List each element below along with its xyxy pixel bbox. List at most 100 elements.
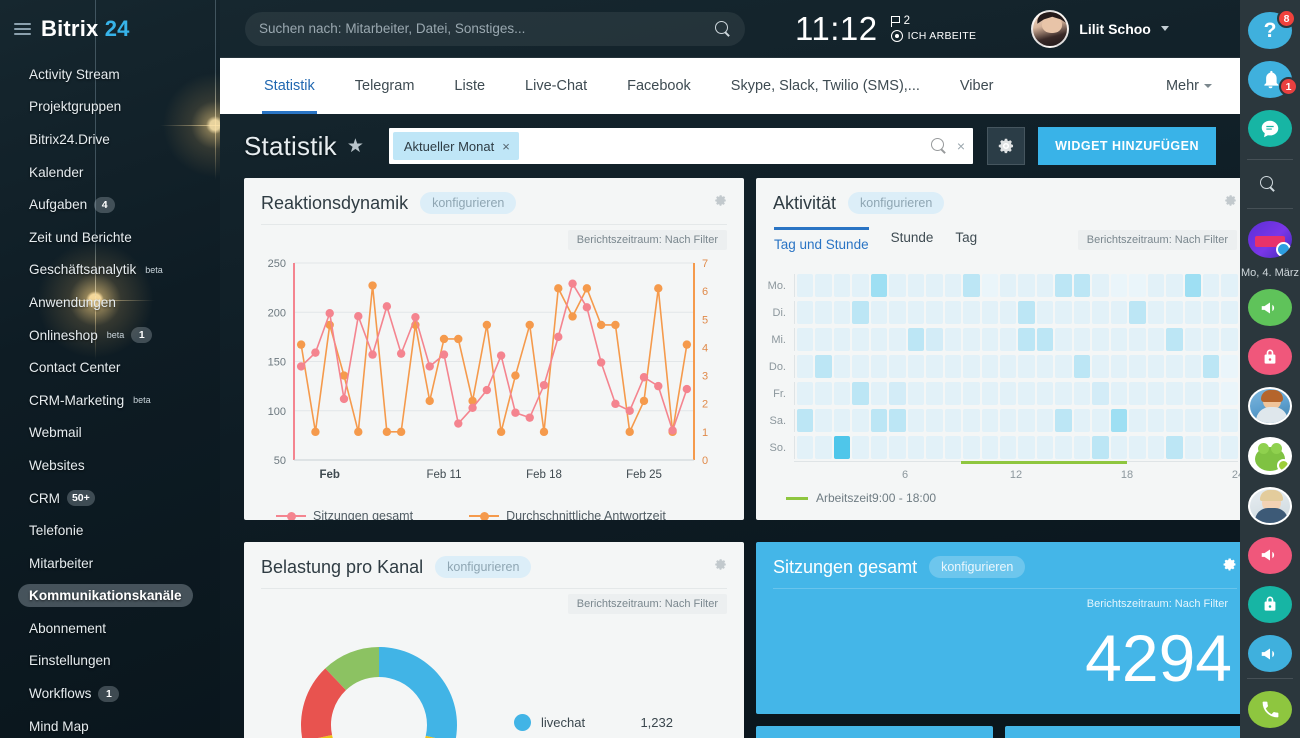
- heatmap-cell[interactable]: [852, 274, 869, 297]
- star-icon[interactable]: ★: [347, 135, 364, 158]
- configure-button[interactable]: konfigurieren: [420, 192, 517, 214]
- heatmap-cell[interactable]: [963, 409, 980, 432]
- heatmap-cell[interactable]: [944, 355, 962, 378]
- heatmap-cell[interactable]: [981, 274, 998, 297]
- heatmap-cell[interactable]: [981, 355, 998, 378]
- heatmap-cell[interactable]: [1073, 328, 1091, 351]
- configure-button[interactable]: konfigurieren: [848, 192, 945, 214]
- heatmap-cell[interactable]: [815, 328, 832, 351]
- heatmap-cell[interactable]: [999, 328, 1017, 351]
- heatmap-cell[interactable]: [815, 436, 832, 459]
- heatmap-cell[interactable]: [1036, 409, 1054, 432]
- heatmap-cell[interactable]: [1092, 274, 1109, 297]
- sidebar-item-telefonie[interactable]: Telefonie: [0, 514, 220, 547]
- activity-tab-tag[interactable]: Tag: [955, 230, 977, 258]
- menu-toggle-icon[interactable]: [14, 23, 31, 35]
- heatmap-cell[interactable]: [944, 409, 962, 432]
- megaphone-icon[interactable]: [1248, 289, 1292, 327]
- tab-skype-slack-twilio-sms[interactable]: Skype, Slack, Twilio (SMS),...: [711, 58, 940, 114]
- heatmap-cell[interactable]: [1092, 328, 1109, 351]
- activity-tab-tag-und-stunde[interactable]: Tag und Stunde: [774, 227, 869, 258]
- heatmap-cell[interactable]: [815, 382, 832, 405]
- heatmap-cell[interactable]: [1129, 328, 1146, 351]
- donut-slice[interactable]: [379, 647, 457, 738]
- bell-icon[interactable]: 1: [1248, 61, 1298, 99]
- settings-button[interactable]: [987, 127, 1026, 165]
- heatmap-cell[interactable]: [1202, 409, 1220, 432]
- sidebar-item-einstellungen[interactable]: Einstellungen: [0, 645, 220, 678]
- heatmap-cell[interactable]: [889, 436, 906, 459]
- heatmap-cell[interactable]: [981, 382, 998, 405]
- heatmap-cell[interactable]: [833, 355, 851, 378]
- heatmap-cell[interactable]: [797, 382, 814, 405]
- heatmap-cell[interactable]: [815, 274, 832, 297]
- avatar[interactable]: [1031, 9, 1070, 48]
- close-icon[interactable]: ×: [502, 139, 510, 154]
- heatmap-cell[interactable]: [815, 409, 832, 432]
- sidebar-item-projektgruppen[interactable]: Projektgruppen: [0, 91, 220, 124]
- gear-icon[interactable]: [1223, 193, 1238, 213]
- heatmap-cell[interactable]: [1092, 382, 1109, 405]
- heatmap-cell[interactable]: [1092, 355, 1109, 378]
- heatmap-cell[interactable]: [1110, 382, 1128, 405]
- heatmap-cell[interactable]: [1055, 409, 1072, 432]
- heatmap-cell[interactable]: [1221, 328, 1238, 351]
- heatmap-cell[interactable]: [1129, 274, 1146, 297]
- heatmap-cell[interactable]: [1055, 328, 1072, 351]
- heatmap-cell[interactable]: [1018, 355, 1035, 378]
- heatmap-cell[interactable]: [870, 301, 888, 324]
- sidebar-item-zeit-und-berichte[interactable]: Zeit und Berichte: [0, 221, 220, 254]
- heatmap-cell[interactable]: [963, 274, 980, 297]
- heatmap-cell[interactable]: [1166, 355, 1183, 378]
- heatmap-cell[interactable]: [1110, 355, 1128, 378]
- heatmap-cell[interactable]: [1036, 301, 1054, 324]
- heatmap-cell[interactable]: [944, 301, 962, 324]
- heatmap-cell[interactable]: [797, 301, 814, 324]
- sidebar-item-websites[interactable]: Websites: [0, 449, 220, 482]
- heatmap-cell[interactable]: [999, 409, 1017, 432]
- heatmap-cell[interactable]: [1221, 301, 1238, 324]
- heatmap-cell[interactable]: [1129, 301, 1146, 324]
- heatmap-cell[interactable]: [1055, 382, 1072, 405]
- sidebar-item-kommunikationskan-le[interactable]: Kommunikationskanäle: [0, 580, 220, 613]
- heatmap-cell[interactable]: [1202, 355, 1220, 378]
- sidebar-item-mind-map[interactable]: Mind Map: [0, 710, 220, 738]
- heatmap-cell[interactable]: [797, 409, 814, 432]
- activity-tab-stunde[interactable]: Stunde: [891, 230, 934, 258]
- heatmap-cell[interactable]: [852, 436, 869, 459]
- heatmap-cell[interactable]: [1073, 301, 1091, 324]
- heatmap-cell[interactable]: [1221, 409, 1238, 432]
- tab-live-chat[interactable]: Live-Chat: [505, 58, 607, 114]
- heatmap-cell[interactable]: [1147, 436, 1165, 459]
- heatmap-cell[interactable]: [1129, 355, 1146, 378]
- heatmap-cell[interactable]: [1184, 355, 1201, 378]
- heatmap-cell[interactable]: [852, 355, 869, 378]
- megaphone-icon-3[interactable]: [1248, 634, 1292, 673]
- global-search[interactable]: [245, 11, 745, 46]
- heatmap-cell[interactable]: [1166, 409, 1183, 432]
- heatmap-cell[interactable]: [833, 274, 851, 297]
- heatmap-cell[interactable]: [1202, 274, 1220, 297]
- sidebar-item-gesch-ftsanalytik[interactable]: Geschäftsanalytik beta: [0, 254, 220, 287]
- sidebar-item-bitrix24-drive[interactable]: Bitrix24.Drive: [0, 123, 220, 156]
- heatmap-cell[interactable]: [870, 355, 888, 378]
- heatmap-cell[interactable]: [1092, 301, 1109, 324]
- heatmap-cell[interactable]: [926, 301, 943, 324]
- heatmap-cell[interactable]: [1221, 274, 1238, 297]
- heatmap-cell[interactable]: [944, 436, 962, 459]
- work-status-block[interactable]: 2 ICH ARBEITE: [890, 15, 977, 42]
- heatmap-cell[interactable]: [870, 274, 888, 297]
- gear-icon[interactable]: [1221, 556, 1238, 578]
- heatmap-cell[interactable]: [1073, 355, 1091, 378]
- sidebar-item-onlineshop[interactable]: Onlineshop beta 1: [0, 319, 220, 352]
- heatmap-cell[interactable]: [907, 301, 925, 324]
- heatmap-cell[interactable]: [1018, 274, 1035, 297]
- heatmap-cell[interactable]: [999, 382, 1017, 405]
- heatmap-cell[interactable]: [1184, 409, 1201, 432]
- heatmap-cell[interactable]: [1055, 301, 1072, 324]
- heatmap-cell[interactable]: [1202, 328, 1220, 351]
- heatmap-cell[interactable]: [1147, 274, 1165, 297]
- heatmap-cell[interactable]: [999, 301, 1017, 324]
- heatmap-cell[interactable]: [889, 382, 906, 405]
- heatmap-cell[interactable]: [889, 409, 906, 432]
